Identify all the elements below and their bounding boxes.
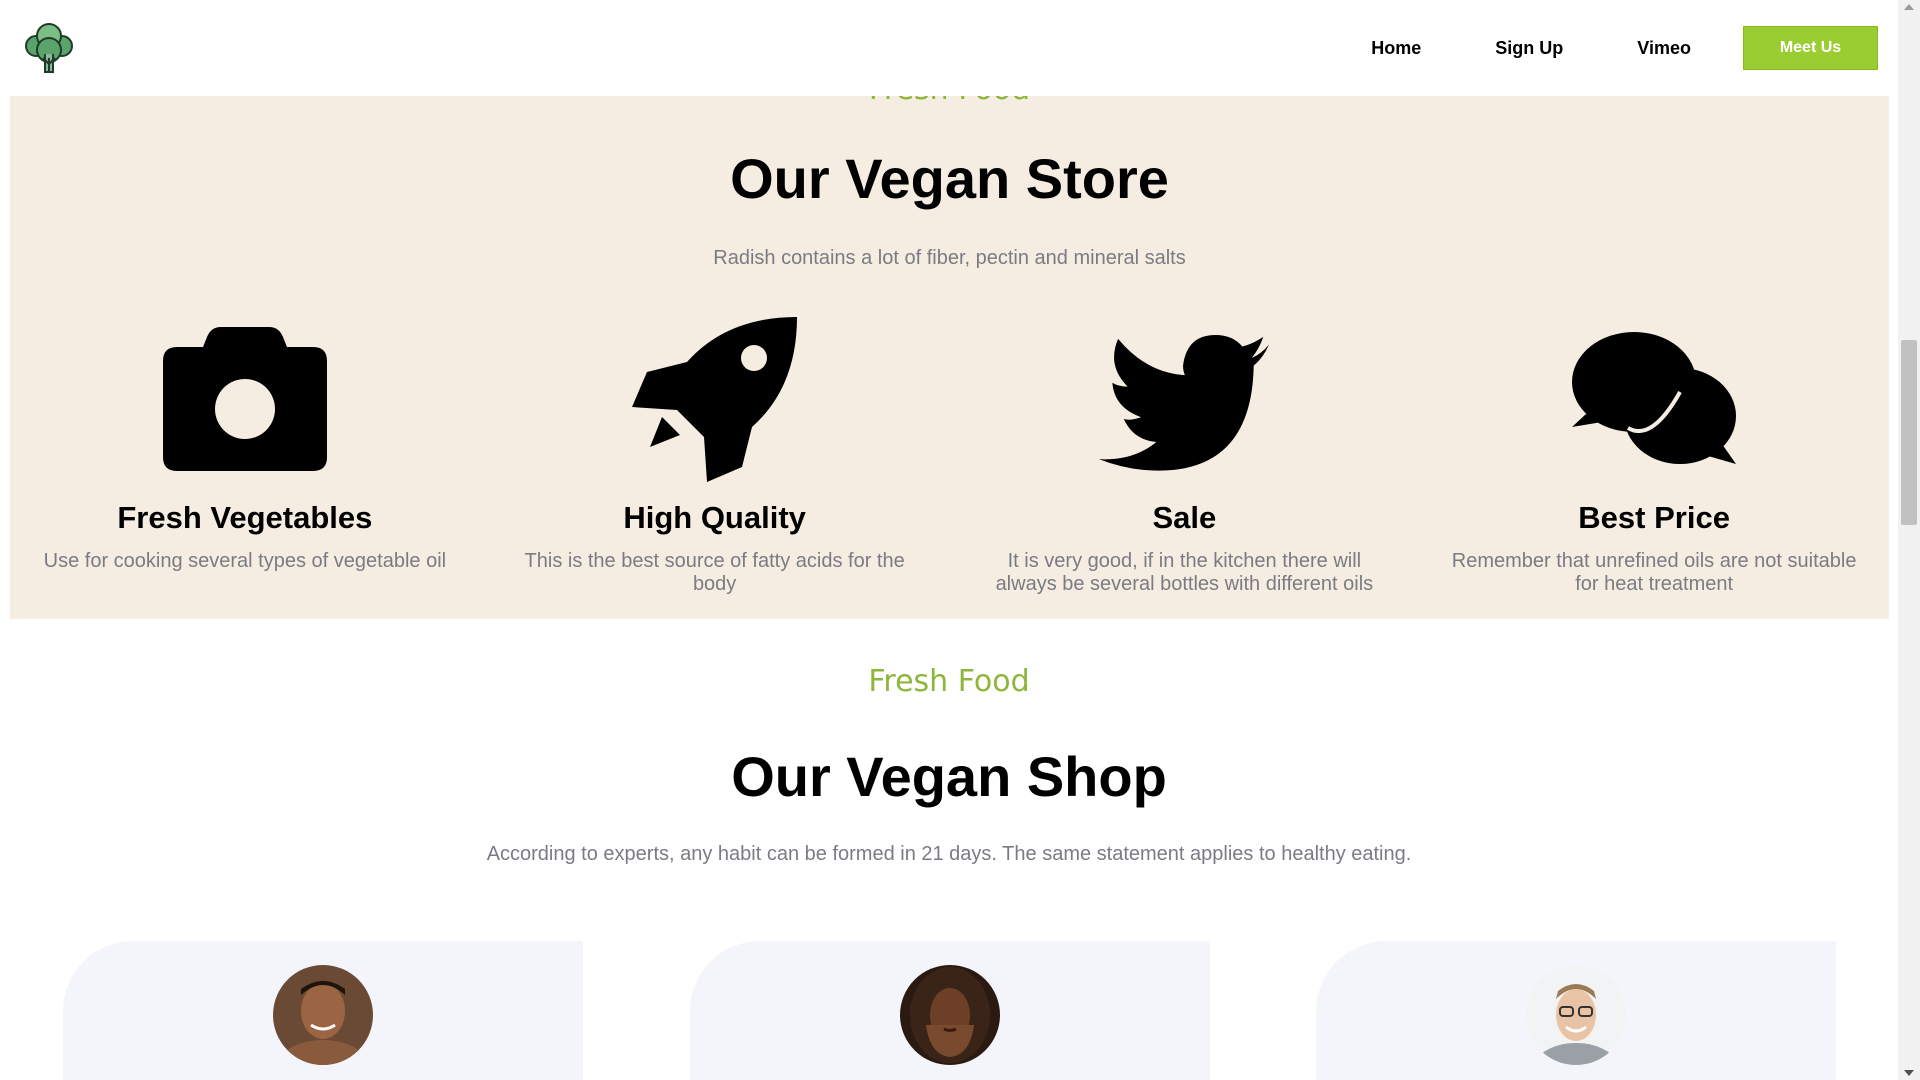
shop-subtitle: According to experts, any habit can be f… <box>486 843 1412 865</box>
feature-desc: Remember that unrefined oils are not sui… <box>1451 550 1857 595</box>
feature-fresh-vegetables: Fresh Vegetables Use for cooking several… <box>10 314 480 614</box>
feature-title: Best Price <box>1578 500 1730 535</box>
team-card[interactable] <box>63 941 583 1080</box>
avatar <box>900 965 1000 1065</box>
feature-title: Sale <box>1152 500 1217 535</box>
scroll-thumb[interactable] <box>1901 340 1917 525</box>
avatar <box>273 965 373 1065</box>
shop-title: Our Vegan Shop <box>731 745 1167 808</box>
rocket-icon <box>630 314 800 484</box>
nav-signup-link[interactable]: Sign Up <box>1495 38 1563 59</box>
shop-kicker: Fresh Food <box>868 664 1030 699</box>
feature-best-price: Best Price Remember that unrefined oils … <box>1419 314 1889 614</box>
feature-desc: This is the best source of fatty acids f… <box>524 550 905 595</box>
feature-desc: Use for cooking several types of vegetab… <box>43 550 447 572</box>
store-kicker: Fresh Food <box>10 96 1889 107</box>
nav-vimeo-link[interactable]: Vimeo <box>1637 38 1691 59</box>
scroll-down-arrow-icon[interactable] <box>1904 1070 1914 1076</box>
twitter-bird-icon <box>1099 314 1270 484</box>
team-card[interactable] <box>690 941 1210 1080</box>
vertical-scrollbar[interactable] <box>1898 0 1920 1080</box>
vegan-store-section: Fresh Food Our Vegan Store Radish contai… <box>10 96 1889 619</box>
feature-title: Fresh Vegetables <box>117 500 373 535</box>
feature-sale: Sale It is very good, if in the kitchen … <box>950 314 1420 614</box>
site-header: Home Sign Up Vimeo Meet Us <box>0 0 1898 96</box>
broccoli-logo-icon[interactable] <box>22 22 76 76</box>
scroll-up-arrow-icon[interactable] <box>1904 4 1914 10</box>
features-row: Fresh Vegetables Use for cooking several… <box>10 314 1889 614</box>
team-card[interactable] <box>1316 941 1836 1080</box>
store-title: Our Vegan Store <box>730 147 1169 210</box>
feature-high-quality: High Quality This is the best source of … <box>480 314 950 614</box>
main-nav: Home Sign Up Vimeo Meet Us <box>1371 26 1878 70</box>
feature-title: High Quality <box>623 500 806 535</box>
chat-bubbles-icon <box>1569 314 1739 484</box>
avatar <box>1526 965 1626 1065</box>
meet-us-button[interactable]: Meet Us <box>1743 26 1878 70</box>
store-subtitle: Radish contains a lot of fiber, pectin a… <box>713 247 1186 269</box>
nav-home-link[interactable]: Home <box>1371 38 1421 59</box>
camera-icon <box>160 314 330 484</box>
feature-desc: It is very good, if in the kitchen there… <box>995 550 1374 595</box>
